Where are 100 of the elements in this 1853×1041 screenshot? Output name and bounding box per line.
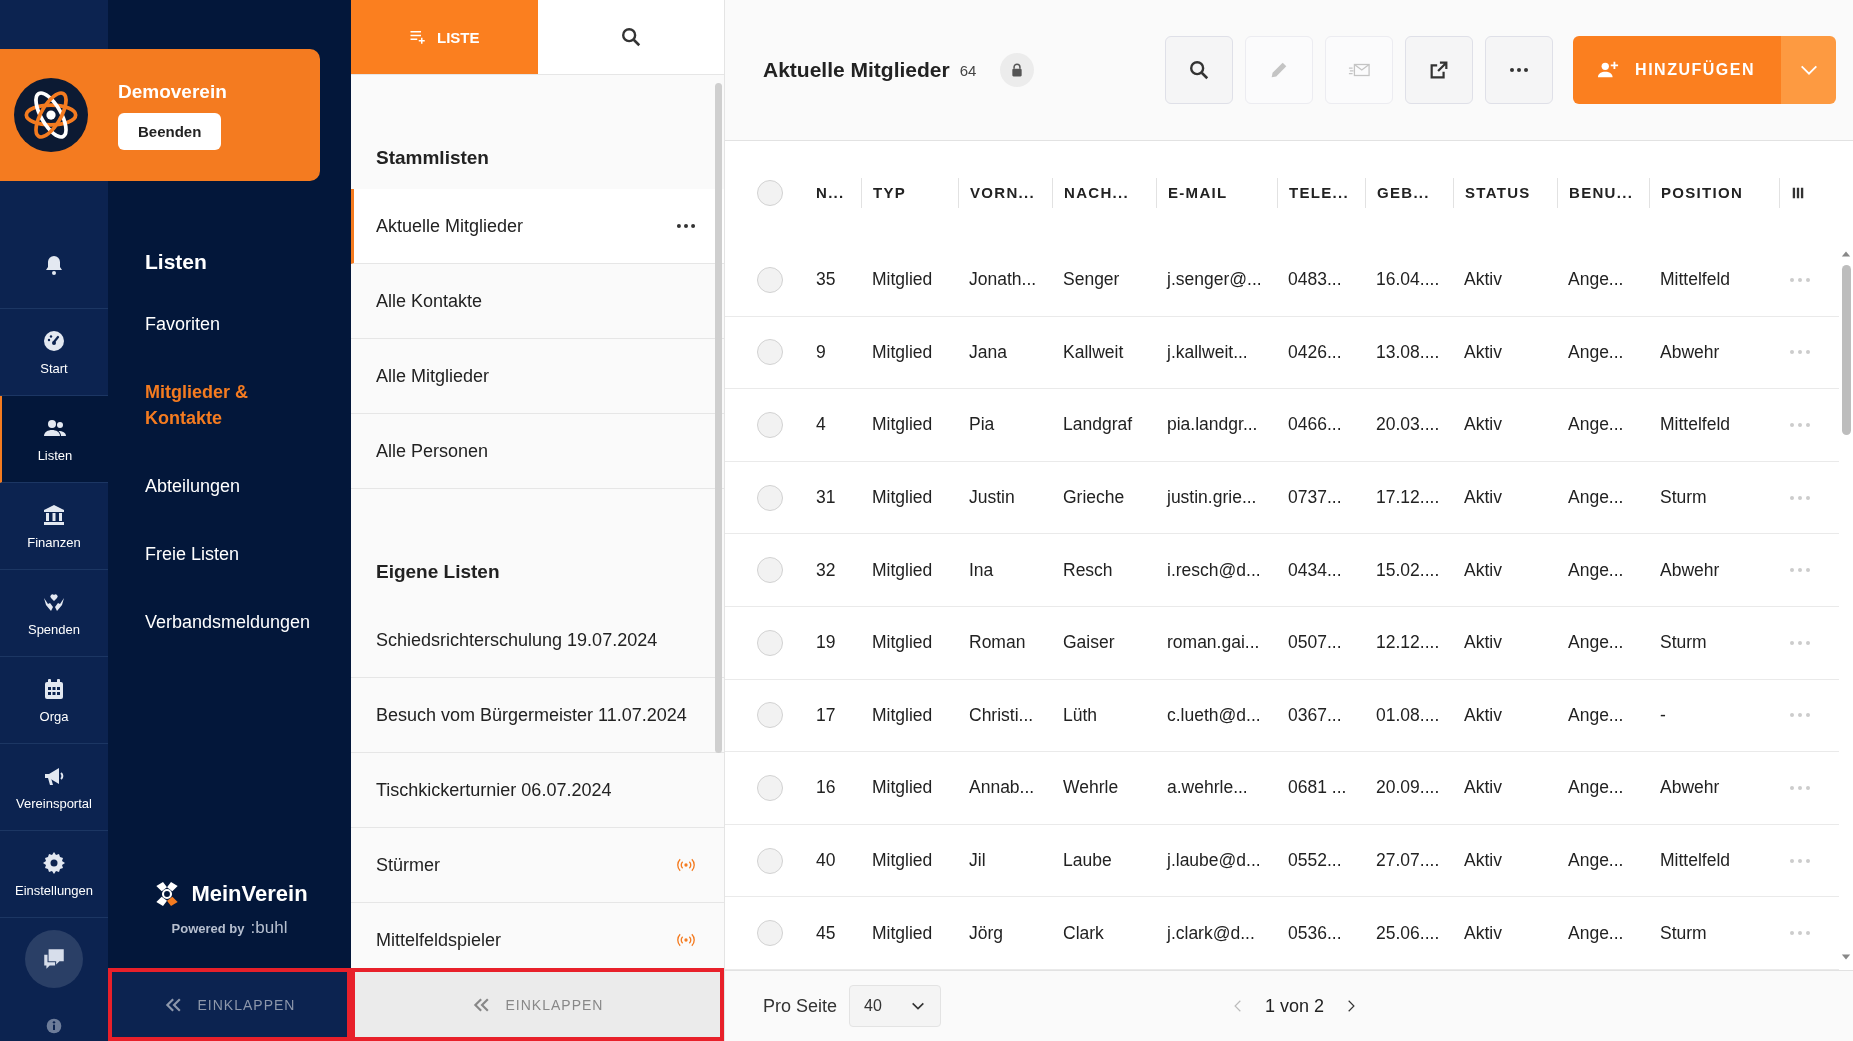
page-title: Aktuelle Mitglieder [763,58,950,82]
column-header[interactable]: TELE... [1277,177,1365,208]
more-icon [1510,68,1529,72]
atom-logo-icon [14,78,88,152]
table-cell-text: Abwehr [1659,559,1721,581]
table-cell-text: Clark [1062,922,1105,944]
list-item[interactable]: Aktuelle Mitglieder [351,189,724,264]
column-header[interactable]: GEB... [1365,177,1453,208]
table-cell-text: pia.landgr... [1166,414,1259,436]
table-cell-text: 0507... [1287,632,1343,654]
table-cell-text: Roman [968,632,1027,654]
row-checkbox[interactable] [757,179,783,206]
column-header[interactable]: NACH... [1052,177,1156,208]
vendor-name: :buhl [250,918,288,938]
search-button[interactable] [1165,36,1234,104]
table-cell-text: 0536... [1287,922,1343,944]
table-cell-text: Christi... [968,704,1035,726]
list-item[interactable]: Stürmer [351,828,724,903]
table-cell-text: 20.03.... [1375,414,1441,436]
table-cell-text: 31 [815,487,837,509]
nav-link[interactable]: Mitglieder & Kontakte [108,379,305,431]
table-cell-text: 16 [815,777,837,799]
table-cell-text: Aktiv [1463,850,1503,872]
table-cell-text: 13.08.... [1375,341,1441,363]
scroll-down-icon[interactable] [1841,952,1851,962]
table-cell-text: Aktiv [1463,487,1503,509]
row-checkbox[interactable] [757,774,783,801]
table-cell-text: Ange... [1567,559,1625,581]
row-checkbox[interactable] [757,629,783,656]
table-cell-text: Aktiv [1463,341,1503,363]
table-cell-text: Mitglied [871,922,934,944]
table-cell-text: 0681 ... [1287,777,1348,799]
row-checkbox[interactable] [757,847,783,874]
row-checkbox[interactable] [757,484,783,511]
scroll-up-icon[interactable] [1841,249,1851,259]
table-cell-text: Ina [968,559,995,581]
table-cell-text: Ange... [1567,414,1625,436]
dropdown-button[interactable] [1781,36,1836,104]
search-tab[interactable] [537,0,724,74]
table-cell-text: j.kallweit... [1165,341,1249,363]
row-checkbox[interactable] [757,920,783,947]
scrollbar[interactable] [715,83,722,753]
rail-nav-item[interactable]: Listen [0,396,108,483]
nav-link[interactable]: Abteilungen [108,473,351,499]
table-cell-text: 0552... [1287,850,1343,872]
table-cell-text: Gaiser [1062,632,1116,654]
row-checkbox[interactable] [757,266,783,293]
export-button[interactable] [1405,36,1474,104]
bank-icon [42,502,66,527]
search-icon [619,26,642,48]
calendar-icon [42,676,66,701]
table-cell-text: Mittelfeld [1659,850,1732,872]
table-cell-text: Pia [968,414,996,436]
column-header[interactable]: N... [805,177,861,208]
collapse-button[interactable]: EINKLAPPEN [108,968,351,1041]
count-label: 64 [959,61,977,79]
column-header[interactable]: BENU... [1557,177,1649,208]
table-cell-text: Mitglied [871,632,934,654]
row-checkbox[interactable] [757,702,783,729]
more-icon[interactable] [676,224,696,228]
nav-link[interactable]: Freie Listen [108,541,351,567]
columns-icon[interactable] [1791,185,1805,200]
table-cell-text: Sturm [1659,632,1708,654]
row-checkbox[interactable] [757,557,783,584]
per-page-select[interactable]: 40 [849,985,942,1027]
table-cell-text: c.lueth@d... [1166,704,1262,726]
column-header[interactable]: TYP [861,177,958,208]
table-cell-text: Aktiv [1463,269,1503,291]
per-page-label: Pro Seite [763,995,838,1017]
table-cell-text: Wehrle [1062,777,1120,799]
table-cell-text: Annab... [968,777,1036,799]
column-header[interactable]: E-MAIL [1156,177,1277,208]
table-cell-text: 0483... [1287,269,1343,291]
section-title: Listen [144,250,208,274]
table-cell-text: Ange... [1567,269,1625,291]
table-cell-text: Mitglied [871,414,934,436]
table-cell-text: Mitglied [871,777,934,799]
nav-link[interactable]: Verbandsmeldungen [108,609,351,635]
table-cell-text: Ange... [1567,922,1625,944]
table-cell-text: 0737... [1287,487,1343,509]
table-cell-text: Ange... [1567,632,1625,654]
table-cell-text: i.resch@d... [1166,559,1262,581]
brand-name: MeinVerein [191,881,308,907]
row-checkbox[interactable] [757,339,783,366]
table-cell-text: Mitglied [871,704,934,726]
column-header[interactable]: STATUS [1453,177,1557,208]
table-cell-text: Ange... [1567,487,1625,509]
section-heading: Eigene Listen [375,560,501,584]
column-header[interactable]: VORN... [958,177,1052,208]
more-button[interactable] [1485,36,1554,104]
row-checkbox[interactable] [757,412,783,438]
table-cell-text: Mitglied [871,341,934,363]
column-header[interactable]: POSITION [1649,177,1779,208]
info-icon[interactable] [46,1018,62,1034]
nav-link[interactable]: Favoriten [108,311,351,337]
list-add-icon [409,28,427,46]
scrollbar-thumb[interactable] [1841,265,1851,435]
exit-button[interactable]: Beenden [118,112,222,150]
gear-icon [42,850,66,875]
list-item[interactable]: Tischkickerturnier 06.07.2024 [351,753,724,828]
